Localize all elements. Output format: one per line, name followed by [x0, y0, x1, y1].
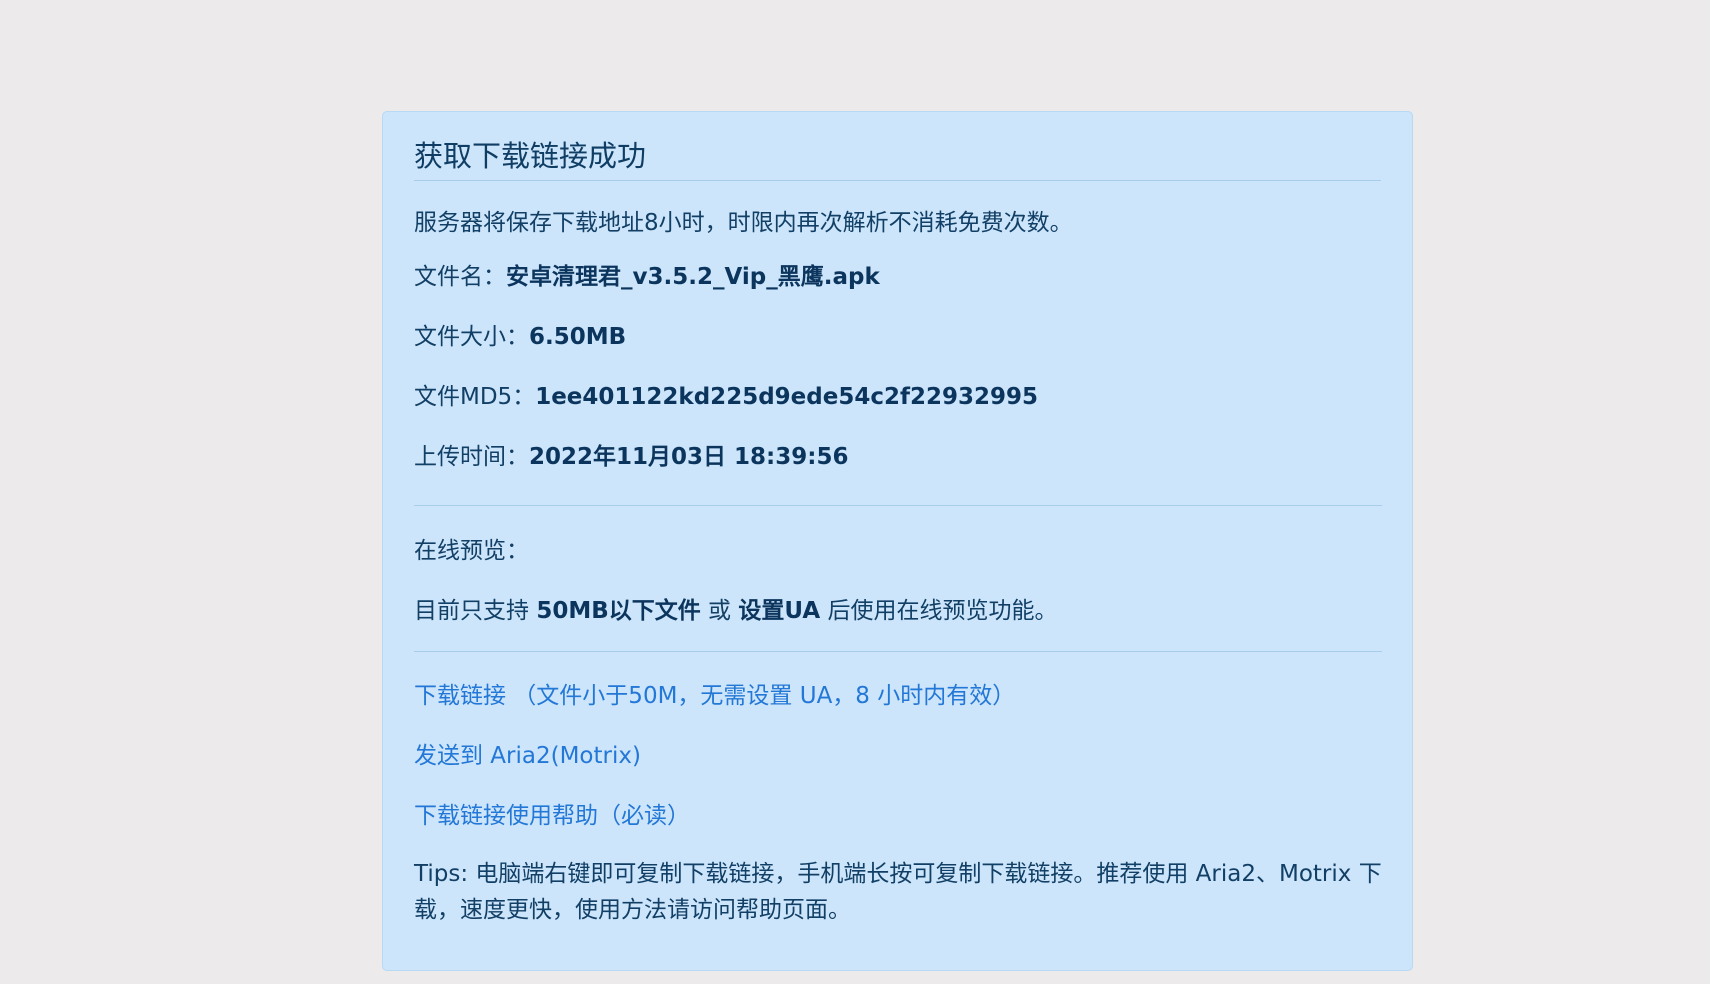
online-preview-notice: 目前只支持 50MB以下文件 或 设置UA 后使用在线预览功能。: [414, 596, 1057, 626]
upload-time-label: 上传时间：: [414, 444, 529, 470]
section-divider: [414, 651, 1382, 652]
file-md5-row: 文件MD5：1ee401122kd225d9ede54c2f22932995: [414, 382, 1038, 412]
file-size-value: 6.50MB: [529, 324, 627, 350]
file-md5-value: 1ee401122kd225d9ede54c2f22932995: [535, 384, 1039, 410]
online-preview-label: 在线预览：: [414, 538, 529, 564]
send-to-aria2-link[interactable]: 发送到 Aria2(Motrix): [414, 743, 641, 769]
file-name-row: 文件名：安卓清理君_v3.5.2_Vip_黑鹰.apk: [414, 262, 880, 292]
file-name-label: 文件名：: [414, 264, 506, 290]
tips-text: Tips: 电脑端右键即可复制下载链接，手机端长按可复制下载链接。推荐使用 Ar…: [414, 861, 1382, 923]
download-link[interactable]: 下载链接 （文件小于50M，无需设置 UA，8 小时内有效）: [414, 683, 1015, 709]
preview-text-2: 或: [700, 598, 739, 624]
download-help-link[interactable]: 下载链接使用帮助（必读）: [414, 803, 690, 829]
download-result-card: 获取下载链接成功 服务器将保存下载地址8小时，时限内再次解析不消耗免费次数。 文…: [382, 111, 1413, 971]
server-save-notice: 服务器将保存下载地址8小时，时限内再次解析不消耗免费次数。: [414, 210, 1073, 236]
file-name-value: 安卓清理君_v3.5.2_Vip_黑鹰.apk: [506, 264, 880, 290]
file-size-label: 文件大小：: [414, 324, 529, 350]
upload-time-row: 上传时间：2022年11月03日 18:39:56: [414, 442, 848, 472]
file-size-row: 文件大小：6.50MB: [414, 322, 626, 352]
preview-text-1: 目前只支持: [414, 598, 537, 624]
card-title: 获取下载链接成功: [414, 112, 1381, 181]
upload-time-value: 2022年11月03日 18:39:56: [529, 444, 849, 470]
preview-text-3: 后使用在线预览功能。: [820, 598, 1058, 624]
section-divider: [414, 505, 1382, 506]
preview-set-ua: 设置UA: [738, 598, 821, 624]
file-md5-label: 文件MD5：: [414, 384, 536, 410]
preview-size-limit: 50MB以下文件: [536, 598, 701, 624]
